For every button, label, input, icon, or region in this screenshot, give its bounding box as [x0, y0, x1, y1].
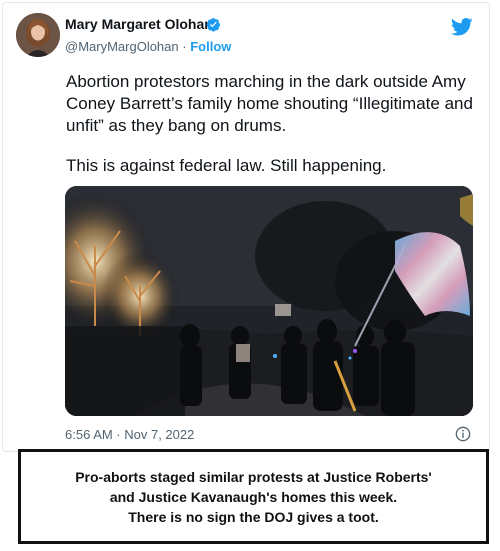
protest-night-scene	[65, 186, 473, 416]
follow-link[interactable]: Follow	[190, 39, 231, 54]
caption-line-2: and Justice Kavanaugh's homes this week.	[109, 489, 398, 505]
tweet-text-paragraph-1: Abortion protestors marching in the dark…	[66, 72, 473, 135]
caption-line-1: Pro-aborts staged similar protests at Ju…	[75, 469, 432, 485]
handle-row: @MaryMargOlohan · Follow	[65, 39, 231, 54]
tweet-card: Mary Margaret Olohan @MaryMargOlohan · F…	[2, 2, 490, 452]
author-handle[interactable]: @MaryMargOlohan	[65, 39, 179, 54]
tweet-text: Abortion protestors marching in the dark…	[66, 71, 476, 177]
info-icon[interactable]	[455, 426, 471, 442]
tweet-text-paragraph-2: This is against federal law. Still happe…	[66, 156, 387, 175]
caption-box: Pro-aborts staged similar protests at Ju…	[18, 449, 489, 544]
avatar-image	[16, 13, 60, 57]
avatar[interactable]	[16, 13, 60, 57]
twitter-bird-icon[interactable]	[451, 17, 473, 37]
tweet-timestamp[interactable]: 6:56 AM · Nov 7, 2022	[65, 427, 194, 442]
verified-badge-icon	[206, 18, 221, 32]
caption-text: Pro-aborts staged similar protests at Ju…	[21, 467, 486, 527]
tweet-video-thumbnail[interactable]	[65, 186, 473, 416]
caption-line-3: There is no sign the DOJ gives a toot.	[128, 509, 379, 525]
author-name[interactable]: Mary Margaret Olohan	[65, 16, 213, 32]
handle-separator: ·	[182, 39, 187, 54]
page: Mary Margaret Olohan @MaryMargOlohan · F…	[0, 0, 500, 551]
